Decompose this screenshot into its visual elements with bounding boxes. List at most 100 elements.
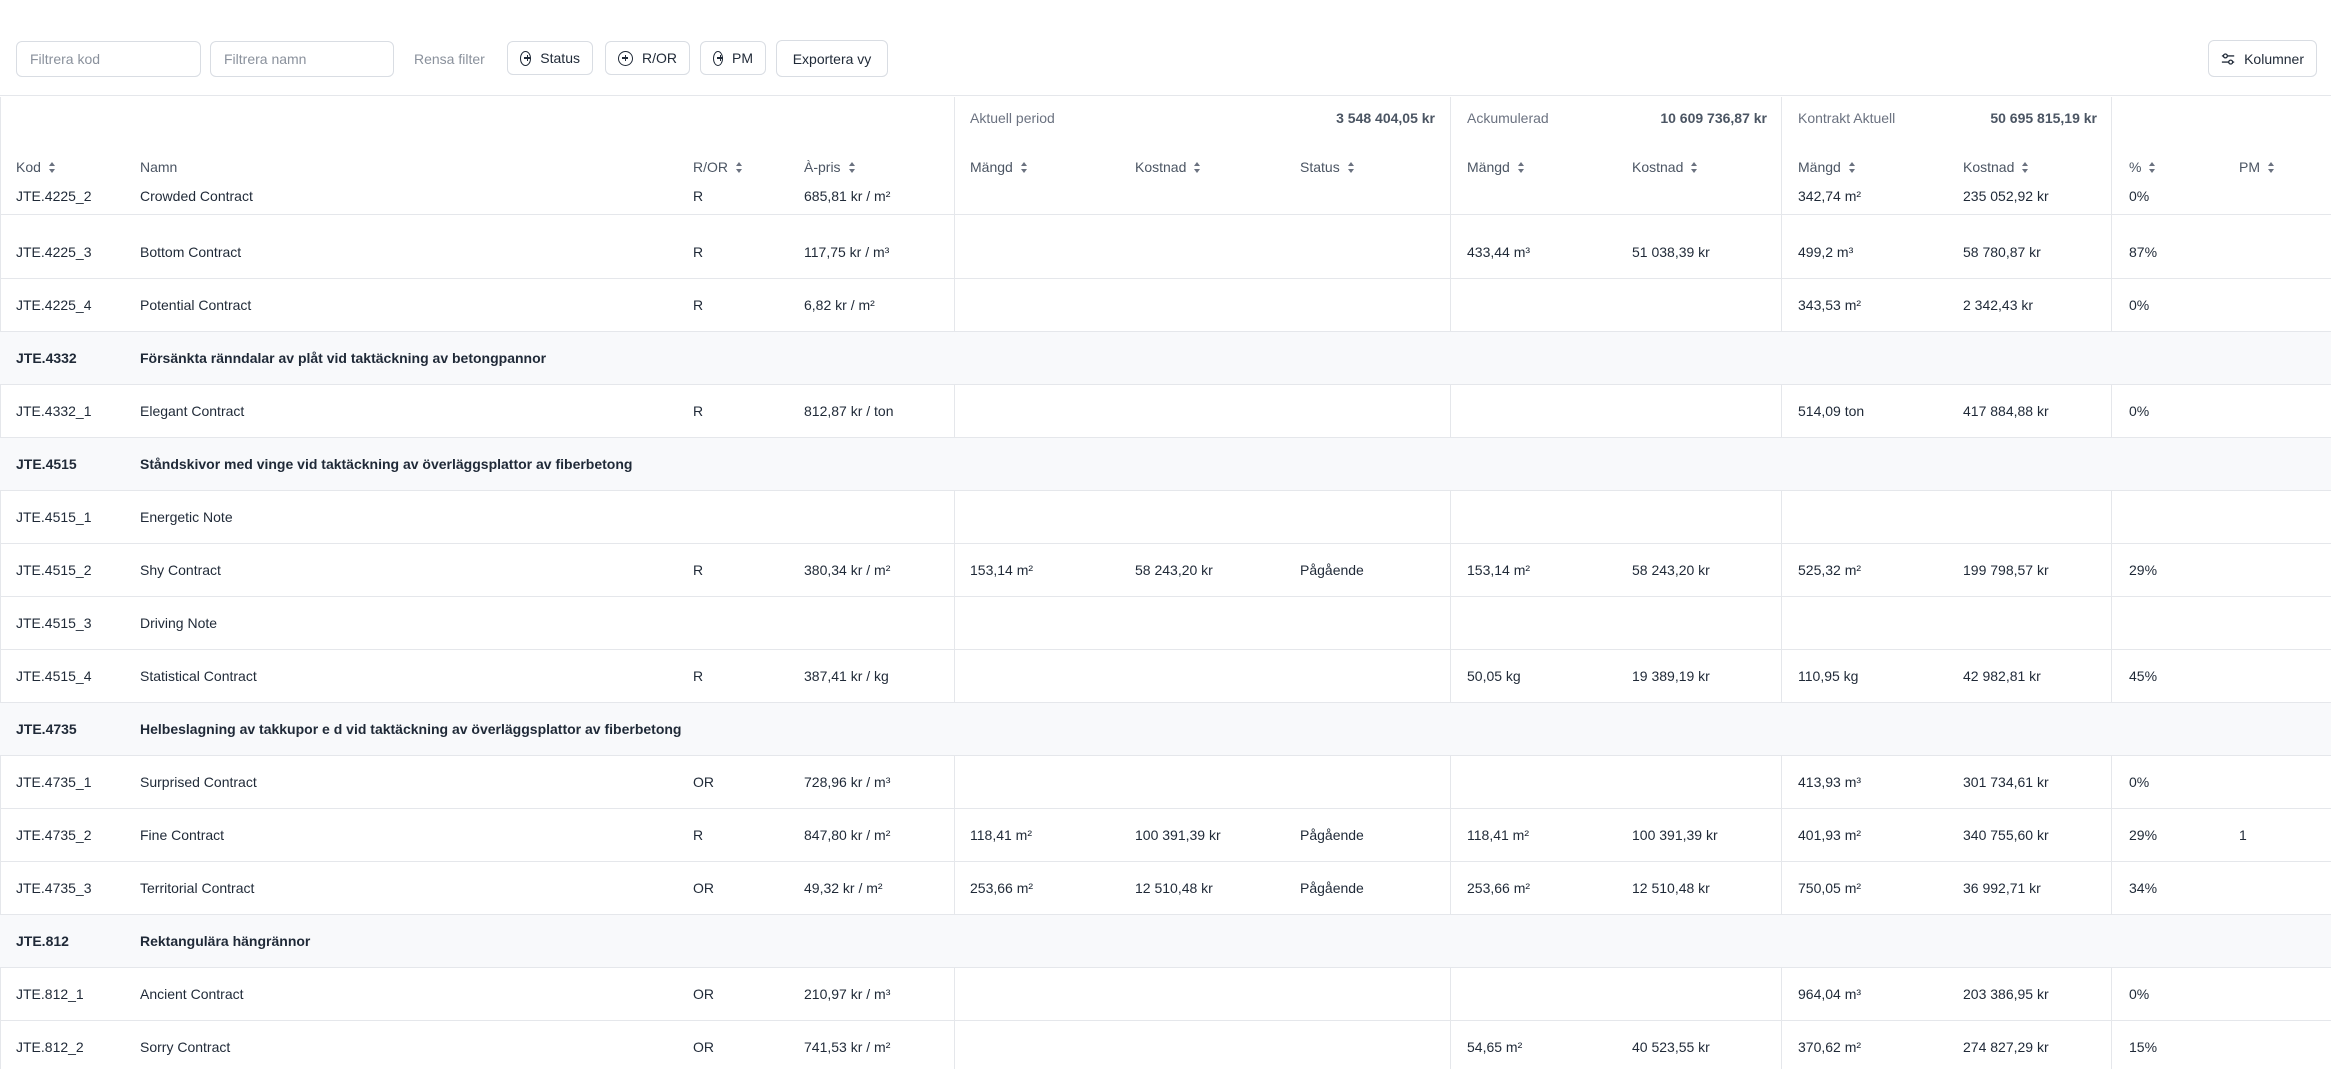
cell-namn: Statistical Contract	[140, 668, 257, 684]
cell-percent: 29%	[2129, 827, 2158, 843]
table-row[interactable]: JTE.4735_3 Territorial Contract OR 49,32 kr…	[0, 862, 2331, 915]
status-filter-label: Status	[540, 50, 580, 66]
cell-current-status: Pågående	[1300, 562, 1364, 578]
table-row[interactable]: JTE.4515_1 Energetic Note	[0, 491, 2331, 544]
col-header-label: Kostnad	[1963, 159, 2015, 175]
cell-kod: JTE.4332_1	[16, 403, 92, 419]
cell-cumulative-mangd: 50,05 kg	[1467, 668, 1521, 684]
status-filter-button[interactable]: Status	[507, 41, 593, 75]
table-row[interactable]: JTE.4735_2 Fine Contract R 847,80 kr / m² 11…	[0, 809, 2331, 862]
col-header-current-status[interactable]: Status	[1300, 159, 1355, 175]
table-row[interactable]: JTE.4225_2 Crowded Contract R 685,81 kr / m…	[0, 188, 2331, 215]
col-header-kod[interactable]: Kod	[16, 159, 56, 175]
cell-namn: Potential Contract	[140, 297, 252, 313]
cell-kod: JTE.4515_2	[16, 562, 92, 578]
table-row[interactable]: JTE.812_1 Ancient Contract OR 210,97 kr / m…	[0, 968, 2331, 1021]
cell-namn: Crowded Contract	[140, 188, 253, 204]
cell-kod: JTE.812_2	[16, 1039, 84, 1055]
cell-contract-mangd: 525,32 m²	[1798, 562, 1862, 578]
table-row[interactable]: JTE.4225_4 Potential Contract R 6,82 kr / m…	[0, 279, 2331, 332]
cell-apris: 49,32 kr / m²	[804, 880, 883, 896]
cell-current-kostnad: 58 243,20 kr	[1135, 562, 1213, 578]
toolbar: Rensa filter Status R/OR PM Exportera vy…	[0, 0, 2331, 96]
cell-ror: R	[693, 403, 704, 419]
cell-kod: JTE.4515_4	[16, 668, 92, 684]
col-header-apris[interactable]: À-pris	[804, 159, 856, 175]
cell-contract-kostnad: 36 992,71 kr	[1963, 880, 2041, 896]
cell-cumulative-mangd: 153,14 m²	[1467, 562, 1531, 578]
col-header-label: Kostnad	[1135, 159, 1187, 175]
cell-contract-mangd: 750,05 m²	[1798, 880, 1862, 896]
table-row[interactable]: JTE.4735_1 Surprised Contract OR 728,96 kr …	[0, 756, 2331, 809]
cell-ror: R	[693, 827, 704, 843]
cell-ror: OR	[693, 986, 714, 1002]
columns-button[interactable]: Kolumner	[2208, 40, 2317, 77]
export-view-button[interactable]: Exportera vy	[776, 40, 888, 77]
col-header-pm[interactable]: PM	[2239, 159, 2275, 175]
cell-apris: 812,87 kr / ton	[804, 403, 894, 419]
cell-kod: JTE.4515_3	[16, 615, 92, 631]
cell-ror: R	[693, 297, 704, 313]
cell-cumulative-kostnad: 58 243,20 kr	[1632, 562, 1710, 578]
cell-contract-mangd: 964,04 m³	[1798, 986, 1862, 1002]
col-header-label: Namn	[140, 159, 178, 175]
table-row[interactable]: JTE.4515_4 Statistical Contract R 387,41 kr…	[0, 650, 2331, 703]
cell-percent: 15%	[2129, 1039, 2158, 1055]
col-header-ror[interactable]: R/OR	[693, 159, 743, 175]
cell-percent: 34%	[2129, 880, 2158, 896]
cell-ror: R	[693, 562, 704, 578]
col-header-cumulative-kostnad[interactable]: Kostnad	[1632, 159, 1698, 175]
col-header-current-mangd[interactable]: Mängd	[970, 159, 1028, 175]
col-header-cumulative-mangd[interactable]: Mängd	[1467, 159, 1525, 175]
cell-namn: Territorial Contract	[140, 880, 255, 896]
pm-filter-button[interactable]: PM	[700, 41, 766, 75]
table-row[interactable]: JTE.812_2 Sorry Contract OR 741,53 kr / m² 5…	[0, 1021, 2331, 1069]
col-header-contract-mangd[interactable]: Mängd	[1798, 159, 1856, 175]
plus-circle-icon	[713, 50, 723, 66]
col-header-current-kostnad[interactable]: Kostnad	[1135, 159, 1201, 175]
cell-percent: 29%	[2129, 562, 2158, 578]
filter-kod-input[interactable]	[16, 41, 201, 77]
cell-contract-kostnad: 235 052,92 kr	[1963, 188, 2049, 204]
cell-cumulative-mangd: 54,65 m²	[1467, 1039, 1523, 1055]
sort-icon	[2022, 161, 2029, 173]
cell-cumulative-kostnad: 51 038,39 kr	[1632, 244, 1710, 260]
table-row[interactable]: JTE.4515_2 Shy Contract R 380,34 kr / m² 153…	[0, 544, 2331, 597]
cell-ror: OR	[693, 1039, 714, 1055]
cell-namn: Shy Contract	[140, 562, 221, 578]
cell-contract-kostnad: 340 755,60 kr	[1963, 827, 2049, 843]
cell-contract-mangd: 413,93 m³	[1798, 774, 1862, 790]
group-header-current: Aktuell period	[970, 110, 1055, 126]
col-header-contract-kostnad[interactable]: Kostnad	[1963, 159, 2029, 175]
ror-filter-button[interactable]: R/OR	[605, 41, 690, 75]
cell-percent: 0%	[2129, 297, 2150, 313]
table-row[interactable]: JTE.4225_3 Bottom Contract R 117,75 kr / m³…	[0, 226, 2331, 279]
col-header-label: Kostnad	[1632, 159, 1684, 175]
cell-percent: 0%	[2129, 986, 2150, 1002]
group-row[interactable]: JTE.4735 Helbeslagning av takkupor e d vi…	[0, 703, 2331, 756]
cell-namn: Helbeslagning av takkupor e d vid taktäc…	[140, 721, 682, 737]
table-row[interactable]: JTE.4332_1 Elegant Contract R 812,87 kr / t…	[0, 385, 2331, 438]
plus-circle-icon	[618, 50, 633, 66]
cell-percent: 45%	[2129, 668, 2158, 684]
sort-icon	[1020, 161, 1028, 173]
cell-contract-kostnad: 417 884,88 kr	[1963, 403, 2049, 419]
cell-percent: 87%	[2129, 244, 2158, 260]
sliders-icon	[2221, 52, 2235, 65]
table-row[interactable]: JTE.4515_3 Driving Note	[0, 597, 2331, 650]
group-row[interactable]: JTE.812 Rektangulära hängrännor	[0, 915, 2331, 968]
filter-namn-input[interactable]	[210, 41, 394, 77]
cell-kod: JTE.812_1	[16, 986, 84, 1002]
cell-namn: Energetic Note	[140, 509, 233, 525]
group-header-contract: Kontrakt Aktuell	[1798, 110, 1896, 126]
cell-cumulative-kostnad: 100 391,39 kr	[1632, 827, 1718, 843]
cell-current-status: Pågående	[1300, 880, 1364, 896]
col-header-namn: Namn	[140, 159, 177, 175]
col-header-percent[interactable]: %	[2129, 159, 2156, 175]
cell-namn: Surprised Contract	[140, 774, 257, 790]
cell-current-mangd: 253,66 m²	[970, 880, 1034, 896]
group-row[interactable]: JTE.4515 Ståndskivor med vinge vid taktäc…	[0, 438, 2331, 491]
cell-contract-kostnad: 2 342,43 kr	[1963, 297, 2034, 313]
clear-filter-button[interactable]: Rensa filter	[404, 41, 495, 77]
group-row[interactable]: JTE.4332 Försänkta ränndalar av plåt vid …	[0, 332, 2331, 385]
